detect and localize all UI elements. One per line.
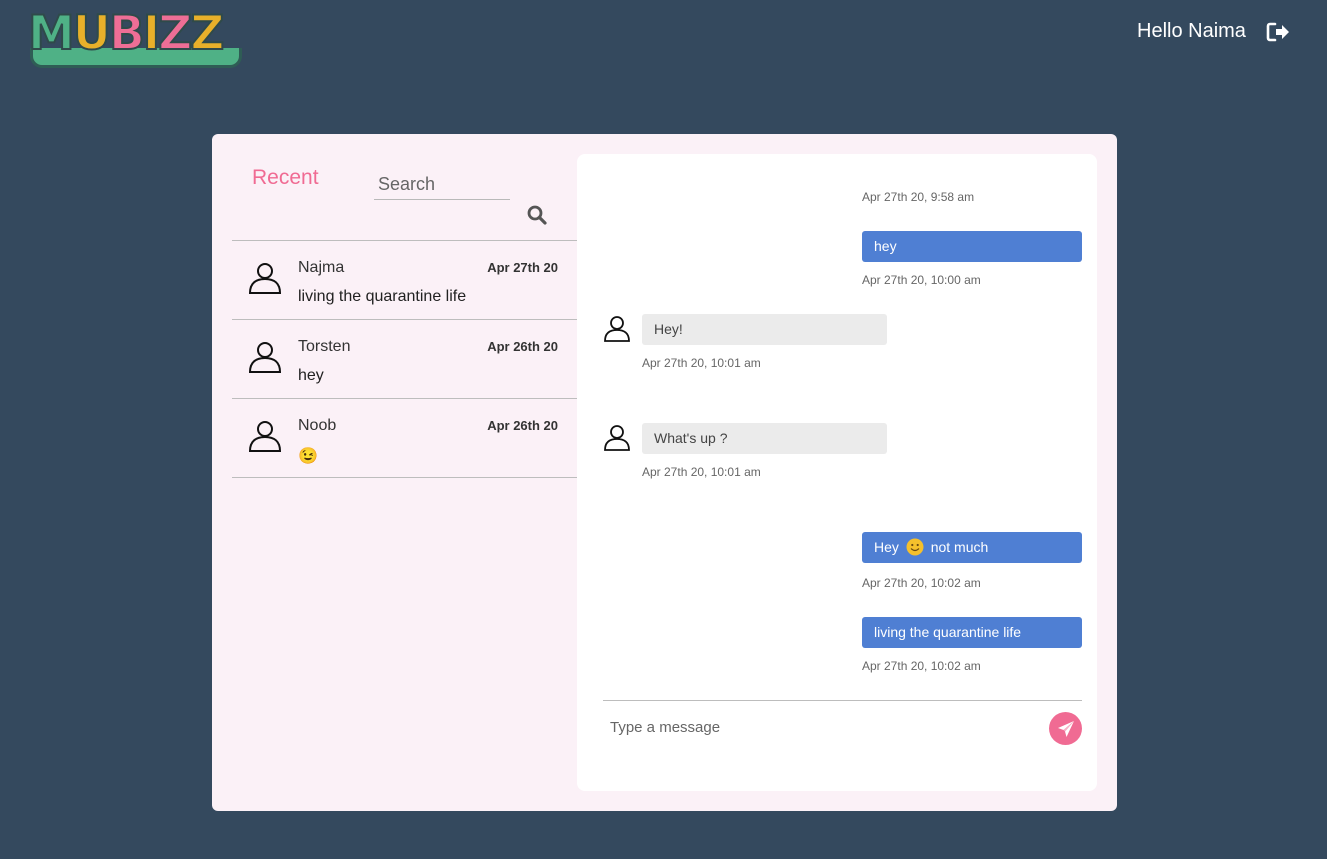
recent-title: Recent bbox=[252, 166, 319, 189]
chat-window: Apr 27th 20, 9:58 am hey Apr 27th 20, 10… bbox=[577, 154, 1097, 791]
conversation-date: Apr 26th 20 bbox=[487, 339, 558, 354]
user-avatar-icon bbox=[604, 316, 630, 342]
outgoing-message: living the quarantine life bbox=[862, 617, 1082, 648]
conversation-name: Torsten bbox=[298, 338, 351, 355]
conversation-list: Najma Apr 27th 20 living the quarantine … bbox=[232, 240, 577, 478]
search-icon[interactable] bbox=[526, 204, 548, 226]
logo-letters: MUBIZZ bbox=[27, 6, 225, 61]
sign-out-icon[interactable] bbox=[1266, 20, 1292, 44]
composer-divider bbox=[603, 700, 1082, 701]
message-input[interactable] bbox=[603, 712, 1023, 742]
conversation-item[interactable]: Torsten Apr 26th 20 hey bbox=[232, 320, 577, 399]
outgoing-message: hey bbox=[862, 231, 1082, 262]
user-avatar-icon bbox=[604, 425, 630, 451]
conversation-preview: living the quarantine life bbox=[298, 288, 467, 305]
message-timestamp: Apr 27th 20, 10:01 am bbox=[642, 356, 761, 370]
conversation-preview: hey bbox=[298, 367, 324, 384]
incoming-message: Hey! bbox=[642, 314, 887, 345]
conversation-name: Noob bbox=[298, 417, 337, 434]
message-timestamp: Apr 27th 20, 10:02 am bbox=[862, 659, 981, 673]
conversation-date: Apr 26th 20 bbox=[487, 418, 558, 433]
paper-plane-icon bbox=[1057, 720, 1074, 737]
message-timestamp: Apr 27th 20, 9:58 am bbox=[862, 190, 975, 204]
message-text: not much bbox=[930, 539, 989, 555]
search-input[interactable] bbox=[374, 170, 510, 200]
message-timestamp: Apr 27th 20, 10:01 am bbox=[642, 465, 761, 479]
user-avatar-icon bbox=[248, 421, 282, 452]
message-timestamp: Apr 27th 20, 10:00 am bbox=[862, 273, 981, 287]
user-avatar-icon bbox=[248, 342, 282, 373]
smiley-emoji-icon bbox=[906, 538, 924, 556]
user-greeting: Hello Naima bbox=[1137, 20, 1246, 42]
message-timestamp: Apr 27th 20, 10:02 am bbox=[862, 576, 981, 590]
user-avatar-icon bbox=[248, 263, 282, 294]
message-text: Hey bbox=[874, 539, 899, 555]
incoming-message: What's up ? bbox=[642, 423, 887, 454]
conversation-name: Najma bbox=[298, 259, 345, 276]
conversation-date: Apr 27th 20 bbox=[487, 260, 558, 275]
outgoing-message: Hey not much bbox=[862, 532, 1082, 563]
conversation-item[interactable]: Najma Apr 27th 20 living the quarantine … bbox=[232, 241, 577, 320]
messenger-panel: Recent Najma Apr 27th 20 living the quar… bbox=[212, 134, 1117, 811]
send-button[interactable] bbox=[1049, 712, 1082, 745]
conversation-preview: 😉 bbox=[298, 448, 318, 465]
conversation-item[interactable]: Noob Apr 26th 20 😉 bbox=[232, 399, 577, 478]
mubizz-logo[interactable]: MUBIZZ bbox=[27, 6, 244, 70]
